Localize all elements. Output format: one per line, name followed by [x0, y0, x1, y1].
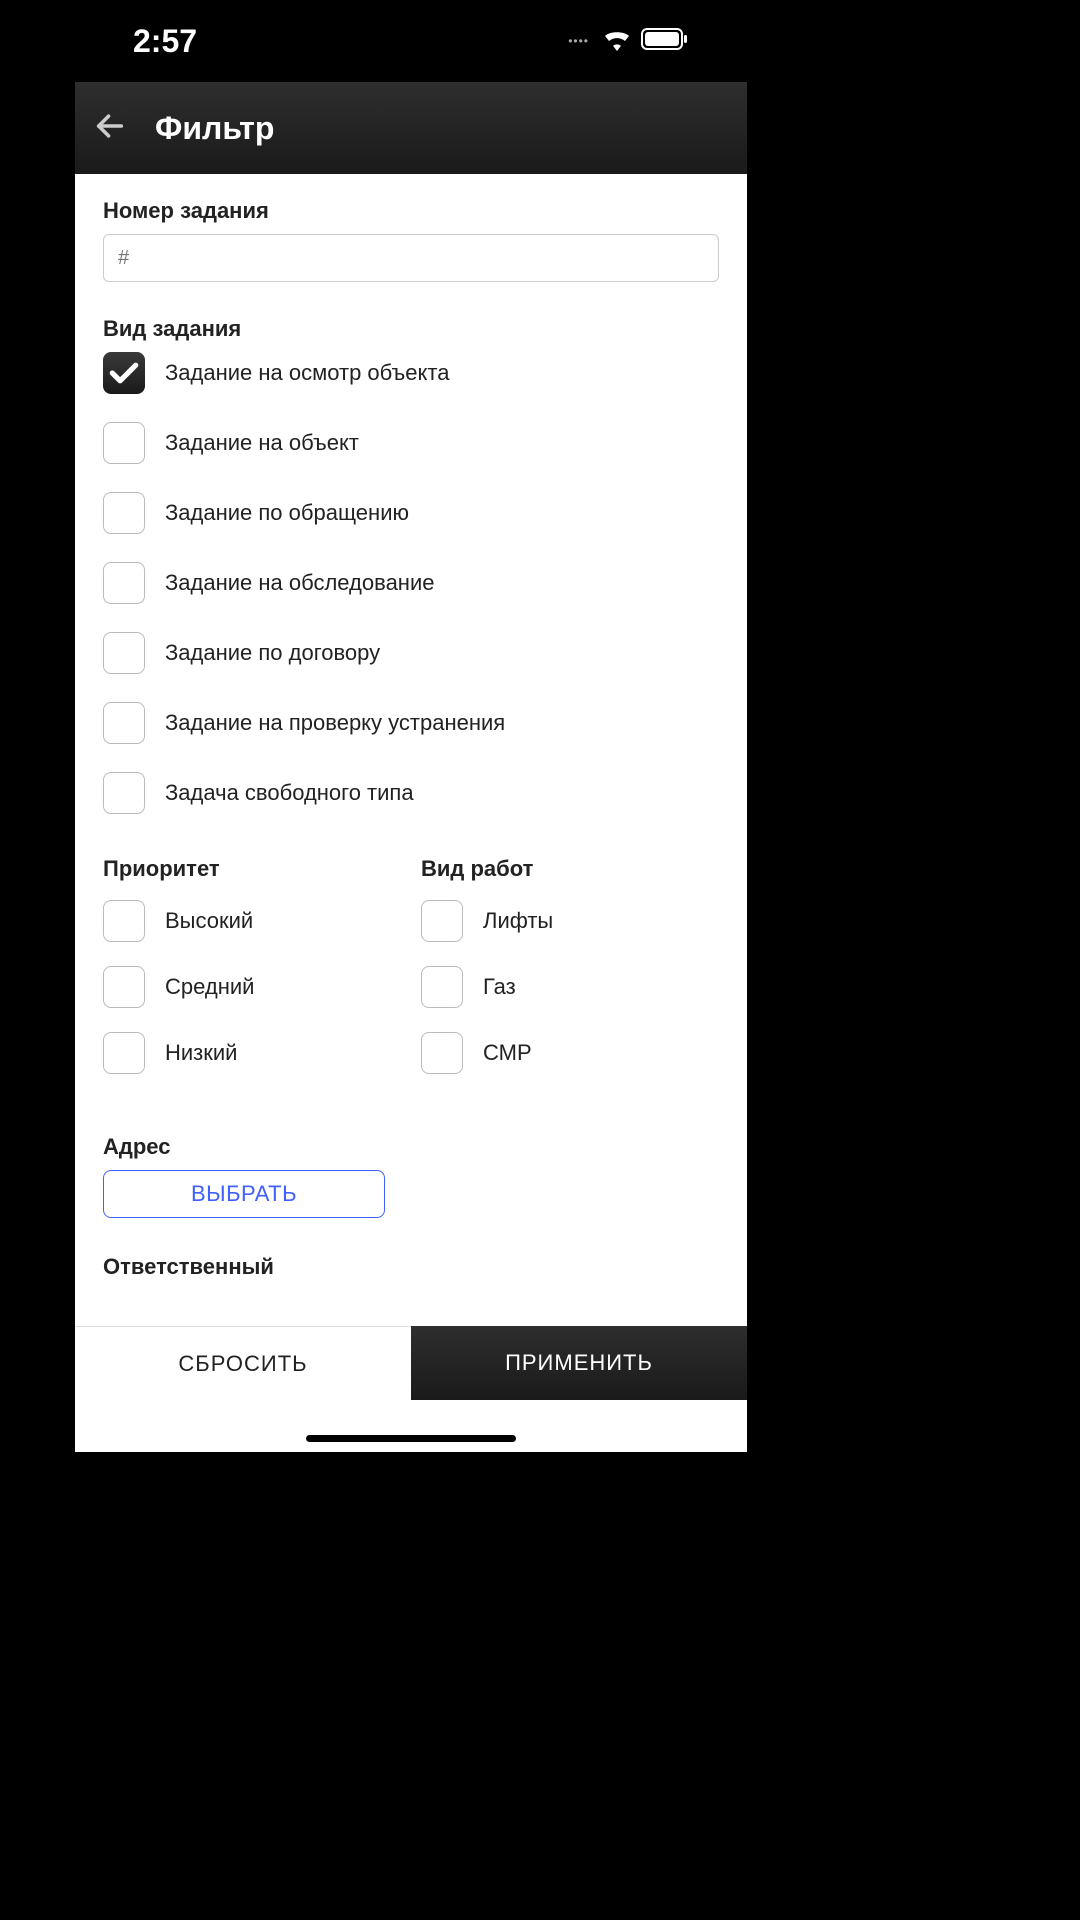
- task-type-item[interactable]: Задание по обращению: [103, 492, 719, 534]
- home-indicator: [306, 1435, 516, 1442]
- address-section: Адрес ВЫБРАТЬ: [103, 1134, 719, 1218]
- responsible-section: Ответственный: [103, 1254, 719, 1296]
- priority-item[interactable]: Высокий: [103, 900, 401, 942]
- checkbox-icon[interactable]: [421, 1032, 463, 1074]
- status-bar: 2:57 ••••: [75, 0, 747, 82]
- wifi-icon: [601, 27, 633, 56]
- checkbox-icon[interactable]: [421, 966, 463, 1008]
- work-type-item-label: Газ: [483, 974, 516, 1000]
- address-label: Адрес: [103, 1134, 719, 1160]
- priority-item[interactable]: Средний: [103, 966, 401, 1008]
- priority-label: Приоритет: [103, 856, 401, 882]
- task-type-item-label: Задание на осмотр объекта: [165, 360, 449, 386]
- status-time: 2:57: [133, 23, 197, 60]
- checkbox-icon[interactable]: [103, 562, 145, 604]
- priority-item-label: Средний: [165, 974, 254, 1000]
- device-frame: 2:57 •••• Фильтр Номер задания Вид задан…: [75, 0, 747, 1452]
- work-type-item[interactable]: Газ: [421, 966, 719, 1008]
- checkbox-checked-icon[interactable]: [103, 352, 145, 394]
- priority-item-label: Низкий: [165, 1040, 237, 1066]
- work-type-item[interactable]: СМР: [421, 1032, 719, 1074]
- home-indicator-area: [75, 1400, 747, 1452]
- content-area: Номер задания Вид задания Задание на осм…: [75, 174, 747, 1326]
- priority-column: Приоритет Высокий Средний Низкий: [103, 856, 401, 1098]
- checkbox-icon[interactable]: [103, 492, 145, 534]
- apply-button[interactable]: ПРИМЕНИТЬ: [411, 1326, 747, 1400]
- task-type-item-label: Задание на проверку устранения: [165, 710, 505, 736]
- work-type-item-label: Лифты: [483, 908, 553, 934]
- work-type-column: Вид работ Лифты Газ СМР: [421, 856, 719, 1098]
- task-type-item[interactable]: Задание на объект: [103, 422, 719, 464]
- work-type-item[interactable]: Лифты: [421, 900, 719, 942]
- task-type-item[interactable]: Задание на осмотр объекта: [103, 352, 719, 394]
- task-type-item-label: Задание по обращению: [165, 500, 409, 526]
- task-type-item-label: Задание на обследование: [165, 570, 434, 596]
- task-number-input[interactable]: [103, 234, 719, 282]
- bottom-bar: СБРОСИТЬ ПРИМЕНИТЬ: [75, 1326, 747, 1400]
- task-type-item[interactable]: Задача свободного типа: [103, 772, 719, 814]
- cellular-dots-icon: ••••: [568, 34, 589, 48]
- back-arrow-icon[interactable]: [93, 109, 127, 148]
- task-type-item[interactable]: Задание на проверку устранения: [103, 702, 719, 744]
- work-type-item-label: СМР: [483, 1040, 532, 1066]
- checkbox-icon[interactable]: [103, 422, 145, 464]
- priority-item[interactable]: Низкий: [103, 1032, 401, 1074]
- reset-button[interactable]: СБРОСИТЬ: [75, 1326, 411, 1400]
- task-type-item-label: Задача свободного типа: [165, 780, 414, 806]
- task-type-item-label: Задание по договору: [165, 640, 380, 666]
- battery-icon: [641, 28, 689, 55]
- address-select-button[interactable]: ВЫБРАТЬ: [103, 1170, 385, 1218]
- priority-item-label: Высокий: [165, 908, 253, 934]
- checkbox-icon[interactable]: [103, 1032, 145, 1074]
- task-type-item-label: Задание на объект: [165, 430, 359, 456]
- checkbox-icon[interactable]: [103, 702, 145, 744]
- checkbox-icon[interactable]: [103, 772, 145, 814]
- checkbox-icon[interactable]: [421, 900, 463, 942]
- task-number-label: Номер задания: [103, 198, 719, 224]
- checkbox-icon[interactable]: [103, 966, 145, 1008]
- status-icons: ••••: [568, 27, 689, 56]
- responsible-label: Ответственный: [103, 1254, 719, 1280]
- task-type-item[interactable]: Задание на обследование: [103, 562, 719, 604]
- task-type-label: Вид задания: [103, 316, 719, 342]
- work-type-label: Вид работ: [421, 856, 719, 882]
- page-title: Фильтр: [155, 110, 274, 147]
- checkbox-icon[interactable]: [103, 900, 145, 942]
- checkbox-icon[interactable]: [103, 632, 145, 674]
- app-header: Фильтр: [75, 82, 747, 174]
- task-type-item[interactable]: Задание по договору: [103, 632, 719, 674]
